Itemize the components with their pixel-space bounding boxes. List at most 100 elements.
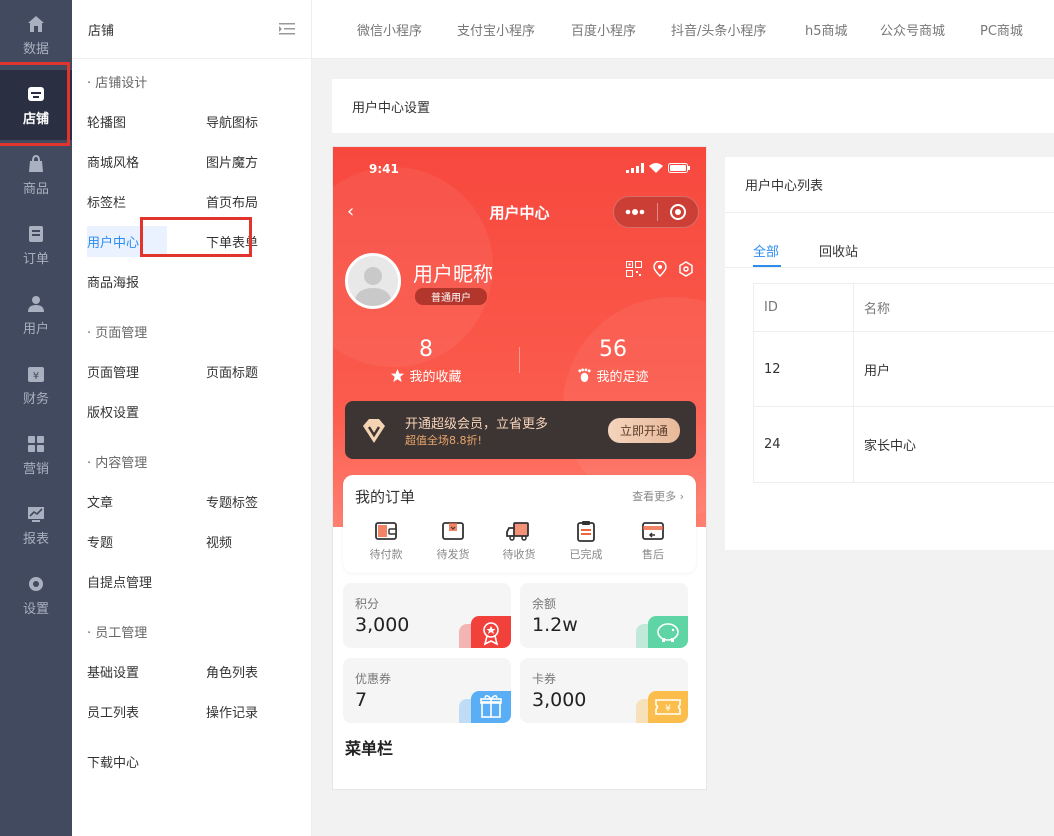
menu-carousel[interactable]: 轮播图 [87, 112, 126, 131]
menu-basic-settings[interactable]: 基础设置 [87, 662, 139, 681]
card-points[interactable]: 积分 3,000 [343, 583, 511, 648]
cell-id: 24 [754, 407, 854, 482]
order-status-label: 已完成 [569, 548, 603, 561]
card-value: 3,000 [532, 689, 587, 711]
rail-item-data[interactable]: 数据 [0, 0, 72, 70]
tab-divider [725, 267, 1054, 268]
stat-footprints[interactable]: 56 我的足迹 [543, 337, 683, 385]
table-row[interactable]: 12 用户 [754, 332, 1054, 407]
settings-icon[interactable] [678, 261, 694, 277]
group-title-content: · 内容管理 [87, 456, 148, 471]
report-icon [28, 506, 44, 522]
menu-mall-style[interactable]: 商城风格 [87, 152, 139, 171]
menu-page-manage[interactable]: 页面管理 [87, 362, 139, 381]
table-row[interactable]: 24 家长中心 [754, 407, 1054, 482]
order-pending-receipt[interactable]: 待收货 [486, 520, 552, 562]
menu-tabbar[interactable]: 标签栏 [87, 192, 126, 211]
card-coupons[interactable]: 优惠券 7 [343, 658, 511, 723]
cell-name: 用户 [864, 363, 891, 379]
vip-open-button[interactable]: 立即开通 [607, 418, 680, 443]
card-vouchers[interactable]: 卡券 3,000 ¥ [520, 658, 688, 723]
capsule-menu-icon [625, 203, 686, 221]
tab-pc-mall[interactable]: PC商城 [980, 20, 1023, 39]
order-pending-shipment[interactable]: 待发货 [420, 520, 486, 562]
rail-item-reports[interactable]: 报表 [0, 490, 72, 560]
user-level-badge: 普通用户 [415, 288, 487, 305]
group-title-page-manage: · 页面管理 [87, 326, 148, 341]
list-table: ID 名称 12 用户 24 家长中心 [753, 283, 1054, 483]
menu-highlight-box [140, 217, 252, 257]
menu-home-layout[interactable]: 首页布局 [206, 192, 258, 211]
rail-item-label: 设置 [22, 601, 49, 617]
tab-wechat-miniprogram[interactable]: 微信小程序 [357, 20, 422, 39]
menu-copyright[interactable]: 版权设置 [87, 402, 139, 421]
menu-topic-tags[interactable]: 专题标签 [206, 492, 258, 511]
tab-recycle-bin[interactable]: 回收站 [819, 241, 858, 260]
location-icon[interactable] [652, 261, 668, 277]
phone-preview: 9:41 ‹ 用户中心 用户昵称 普通用户 8 我的收藏 56 我的足迹 开通超… [332, 146, 707, 790]
card-value: 7 [355, 689, 368, 711]
tab-alipay-miniprogram[interactable]: 支付宝小程序 [457, 20, 535, 39]
finance-icon: ¥ [28, 366, 44, 382]
menu-topic[interactable]: 专题 [87, 532, 113, 551]
settings-header: 用户中心设置 [332, 79, 1054, 133]
medal-icon [471, 616, 511, 648]
menu-role-list[interactable]: 角色列表 [206, 662, 258, 681]
group-title-store-design: · 店铺设计 [87, 76, 148, 91]
orders-title: 我的订单 [355, 488, 416, 506]
menu-goods-poster[interactable]: 商品海报 [87, 272, 139, 291]
tab-official-account-mall[interactable]: 公众号商城 [880, 20, 945, 39]
platform-tabs: 微信小程序 支付宝小程序 百度小程序 抖音/头条小程序 h5商城 公众号商城 P… [312, 0, 1054, 59]
menu-image-cube[interactable]: 图片魔方 [206, 152, 258, 171]
profile-actions [626, 261, 694, 277]
menu-nav-icons[interactable]: 导航图标 [206, 112, 258, 131]
menu-article[interactable]: 文章 [87, 492, 113, 511]
table-header: ID 名称 [754, 284, 1054, 332]
home-icon [28, 15, 44, 32]
rail-item-label: 用户 [22, 321, 49, 337]
orders-view-more[interactable]: 查看更多 › [632, 488, 684, 504]
rail-item-marketing[interactable]: 营销 [0, 420, 72, 490]
rail-item-goods[interactable]: 商品 [0, 140, 72, 210]
sub-menu-title: 店铺 [88, 23, 115, 39]
bag-icon [29, 154, 43, 172]
card-value: 3,000 [355, 614, 410, 636]
menu-operation-log[interactable]: 操作记录 [206, 702, 258, 721]
collapse-menu-icon[interactable] [279, 22, 295, 36]
rail-item-finance[interactable]: ¥ 财务 [0, 350, 72, 420]
avatar-placeholder-icon [348, 256, 398, 306]
stat-favorites[interactable]: 8 我的收藏 [356, 337, 496, 385]
menu-video[interactable]: 视频 [206, 532, 232, 551]
menu-staff-list[interactable]: 员工列表 [87, 702, 139, 721]
avatar[interactable] [345, 253, 401, 309]
stat-label: 我的足迹 [596, 370, 649, 385]
rail-item-users[interactable]: 用户 [0, 280, 72, 350]
stat-value: 56 [599, 337, 627, 362]
order-status-label: 待收货 [502, 548, 536, 561]
miniprogram-capsule[interactable] [613, 196, 699, 228]
rail-item-label: 数据 [22, 41, 49, 57]
rail-item-settings[interactable]: 设置 [0, 560, 72, 630]
order-after-sales[interactable]: 售后 [620, 520, 686, 562]
menu-download-center[interactable]: 下载中心 [87, 752, 139, 771]
order-completed[interactable]: 已完成 [553, 520, 619, 562]
menu-pickup-points[interactable]: 自提点管理 [87, 572, 152, 591]
tab-all[interactable]: 全部 [753, 241, 779, 260]
order-pending-payment[interactable]: 待付款 [353, 520, 419, 562]
tab-baidu-miniprogram[interactable]: 百度小程序 [571, 20, 636, 39]
settings-title: 用户中心设置 [352, 100, 431, 116]
vip-banner[interactable]: 开通超级会员，立省更多 超值全场8.8折! 立即开通 [345, 401, 696, 459]
my-orders-card: 我的订单 查看更多 › 待付款 待发货 待收货 已完成 售后 [343, 475, 696, 573]
piggy-bank-icon [648, 616, 688, 648]
rail-item-label: 营销 [22, 461, 49, 477]
tab-h5-mall[interactable]: h5商城 [805, 20, 848, 39]
card-balance[interactable]: 余额 1.2w [520, 583, 688, 648]
list-title: 用户中心列表 [745, 179, 824, 194]
rail-item-label: 订单 [22, 251, 49, 267]
stat-label: 我的收藏 [409, 370, 462, 385]
rail-item-orders[interactable]: 订单 [0, 210, 72, 280]
wallet-icon [375, 522, 397, 540]
menu-page-title[interactable]: 页面标题 [206, 362, 258, 381]
qrcode-icon[interactable] [626, 261, 642, 277]
tab-douyin-miniprogram[interactable]: 抖音/头条小程序 [671, 20, 766, 39]
